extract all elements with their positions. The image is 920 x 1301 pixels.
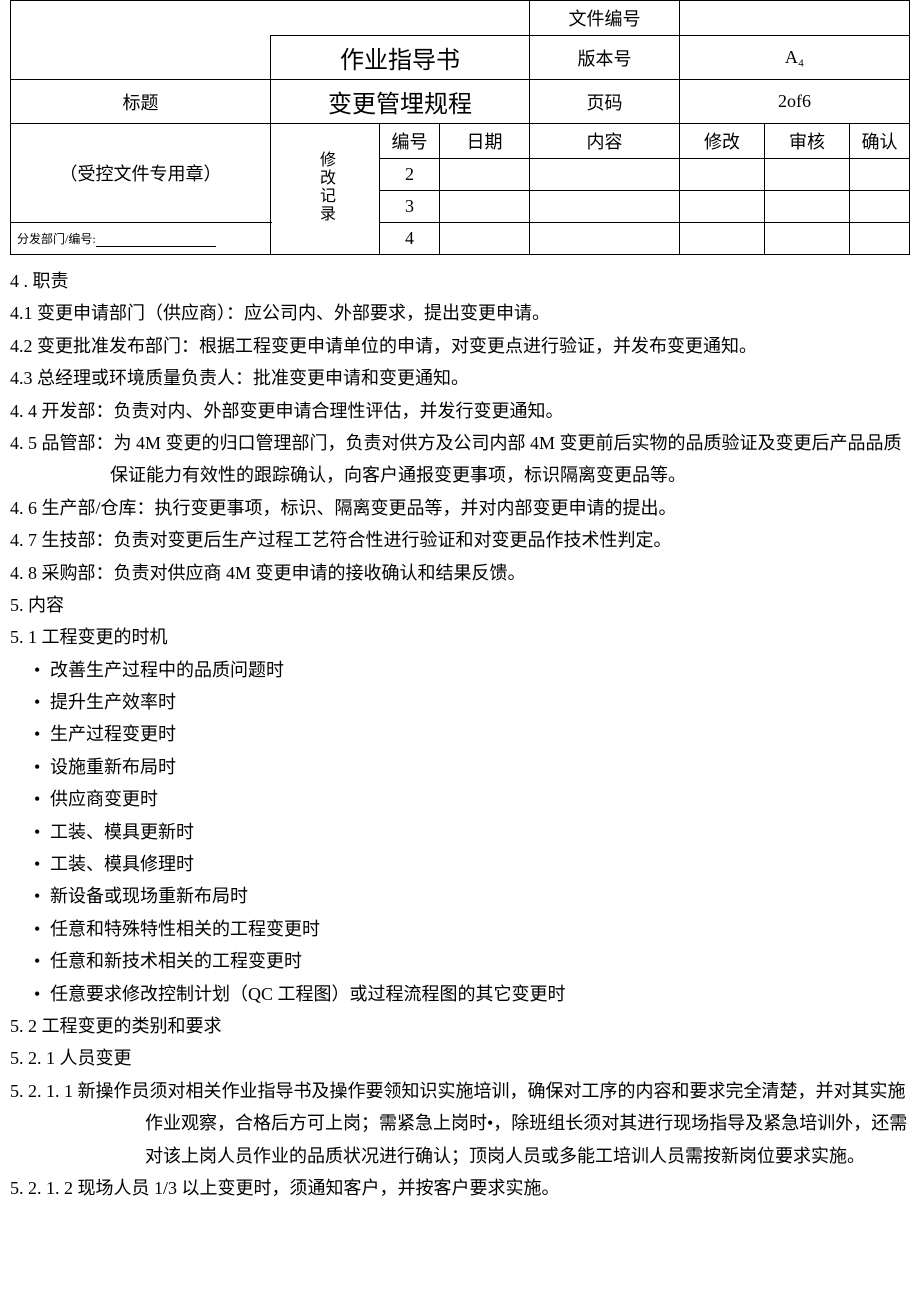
list-item: 提升生产效率时 [10, 686, 910, 718]
list-item: 生产过程变更时 [10, 718, 910, 750]
controlled-stamp: （受控文件专用章） [11, 124, 271, 223]
col-no: 编号 [380, 124, 440, 159]
document-body: 4 . 职责 4.1 变更申请部门（供应商）：应公司内、外部要求，提出变更申请。… [10, 255, 910, 1204]
item-4-6: 4. 6 生产部/仓库：执行变更事项，标识、隔离变更品等，并对内部变更申请的提出… [10, 492, 910, 524]
list-item: 任意和特殊特性相关的工程变更时 [10, 913, 910, 945]
change-occasions-list: 改善生产过程中的品质问题时 提升生产效率时 生产过程变更时 设施重新布局时 供应… [10, 654, 910, 1010]
section-4-title: 4 . 职责 [10, 265, 910, 297]
rev-no-1: 2 [380, 159, 440, 191]
version-label: 版本号 [530, 36, 680, 80]
item-4-5: 4. 5 品管部：为 4M 变更的归口管理部门，负责对供方及公司内部 4M 变更… [10, 427, 910, 492]
version-value: A₄ [680, 36, 910, 80]
item-5-2-1-2: 5. 2. 1. 2 现场人员 1/3 以上变更时，须通知客户，并按客户要求实施… [10, 1172, 910, 1204]
item-5-2-1-1: 5. 2. 1. 1 新操作员须对相关作业指导书及操作要领知识实施培训，确保对工… [10, 1075, 910, 1172]
list-item: 新设备或现场重新布局时 [10, 880, 910, 912]
section-5-title: 5. 内容 [10, 589, 910, 621]
item-4-8: 4. 8 采购部：负责对供应商 4M 变更申请的接收确认和结果反馈。 [10, 557, 910, 589]
section-5-2-1-title: 5. 2. 1 人员变更 [10, 1042, 910, 1074]
col-date: 日期 [440, 124, 530, 159]
col-modify: 修改 [680, 124, 765, 159]
item-4-7: 4. 7 生技部：负责对变更后生产过程工艺符合性进行验证和对变更品作技术性判定。 [10, 524, 910, 556]
list-item: 工装、模具更新时 [10, 816, 910, 848]
list-item: 工装、模具修理时 [10, 848, 910, 880]
list-item: 改善生产过程中的品质问题时 [10, 654, 910, 686]
item-4-1: 4.1 变更申请部门（供应商）：应公司内、外部要求，提出变更申请。 [10, 297, 910, 329]
doc-name: 变更管埋规程 [271, 80, 530, 124]
rev-no-2: 3 [380, 191, 440, 223]
dist-dept-line: 分发部门/编号: [11, 223, 271, 255]
section-5-1-title: 5. 1 工程变更的时机 [10, 621, 910, 653]
list-item: 供应商变更时 [10, 783, 910, 815]
revision-label: 修改记录 [313, 151, 337, 223]
title-label: 标题 [11, 80, 271, 124]
doc-no-label: 文件编号 [530, 1, 680, 36]
page-value: 2of6 [680, 80, 910, 124]
col-content: 内容 [530, 124, 680, 159]
list-item: 设施重新布局时 [10, 751, 910, 783]
col-review: 审核 [765, 124, 850, 159]
col-confirm: 确认 [850, 124, 910, 159]
item-4-3: 4.3 总经理或环境质量负责人：批准变更申请和变更通知。 [10, 362, 910, 394]
page-label: 页码 [530, 80, 680, 124]
section-5-2-title: 5. 2 工程变更的类别和要求 [10, 1010, 910, 1042]
list-item: 任意和新技术相关的工程变更时 [10, 945, 910, 977]
item-4-2: 4.2 变更批准发布部门：根据工程变更申请单位的申请，对变更点进行验证，并发布变… [10, 330, 910, 362]
list-item: 任意要求修改控制计划（QC 工程图）或过程流程图的其它变更时 [10, 978, 910, 1010]
document-header-table: 文件编号 作业指导书 版本号 A₄ 标题 变更管埋规程 页码 2of6 （受控文… [10, 0, 910, 255]
rev-no-3: 4 [380, 223, 440, 255]
item-4-4: 4. 4 开发部：负责对内、外部变更申请合理性评估，并发行变更通知。 [10, 395, 910, 427]
doc-type: 作业指导书 [271, 36, 530, 80]
